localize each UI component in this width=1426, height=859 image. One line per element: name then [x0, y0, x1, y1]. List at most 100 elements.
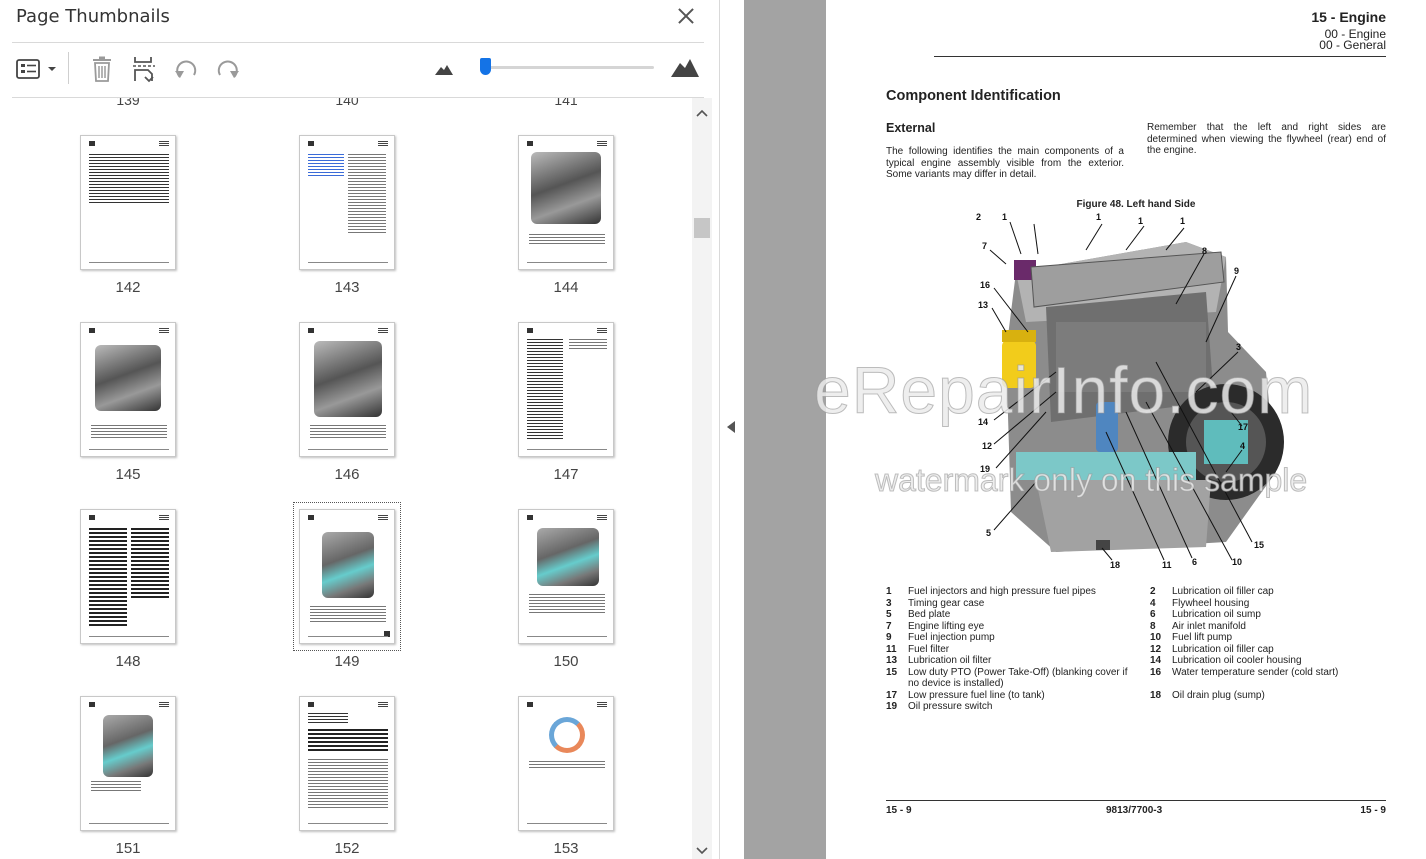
rotate-left-button[interactable] [170, 54, 202, 84]
figure-title: Figure 48. Left hand Side [1076, 199, 1196, 210]
thumbnail-label: 153 [553, 840, 579, 857]
callout-18: 18 [1110, 560, 1121, 570]
thumbnail-page-148[interactable] [80, 509, 176, 644]
panel-title: Page Thumbnails [16, 6, 170, 27]
thumbnail-label: 151 [115, 840, 141, 857]
thumbnail-page-149[interactable] [299, 509, 395, 644]
legend-number: 19 [886, 701, 898, 712]
thumbnail-size-slider[interactable] [484, 66, 654, 69]
legend-text: Lubrication oil filler cap [1172, 643, 1274, 655]
footer-page-left: 15 - 9 [886, 805, 912, 816]
delete-pages-button[interactable] [86, 54, 118, 84]
legend-number: 9 [886, 632, 892, 643]
scroll-up-icon[interactable] [696, 108, 708, 120]
scroll-down-icon[interactable] [696, 844, 708, 856]
legend-text: Water temperature sender (cold start) [1172, 666, 1339, 678]
collapse-panel-icon[interactable] [727, 421, 735, 433]
close-panel-button[interactable] [674, 4, 698, 28]
legend-text: Oil pressure switch [908, 701, 993, 712]
legend-text: Lubrication oil filter [908, 655, 992, 666]
footer-doc-number: 9813/7700-3 [1106, 805, 1163, 816]
thumbnail-page-143[interactable] [299, 135, 395, 270]
thumbnail-label: 148 [115, 653, 141, 670]
legend-text: Engine lifting eye [908, 620, 985, 632]
legend-text: Timing gear case [908, 597, 985, 609]
callout-2: 2 [976, 212, 982, 222]
thumb-label-cut: 140 [335, 98, 359, 108]
legend-text: Fuel filter [908, 643, 950, 655]
legend-number: 2 [1150, 586, 1156, 597]
callout-1c: 1 [1138, 216, 1144, 226]
legend-text: Lubrication oil filler cap [1172, 586, 1274, 597]
legend-text: Lubrication oil cooler housing [1172, 655, 1302, 666]
thumbnail-page-144[interactable] [518, 135, 614, 270]
thumbnail-label: 149 [334, 653, 360, 670]
header-section: 15 - Engine [1311, 9, 1386, 25]
document-page: 15 - Engine 00 - Engine 00 - General Com… [826, 0, 1426, 859]
legend-number: 15 [886, 666, 898, 678]
callout-10: 10 [1232, 557, 1243, 567]
footer-page-right: 15 - 9 [1360, 805, 1386, 816]
thumbnail-page-150[interactable] [518, 509, 614, 644]
thumbnail-page-153[interactable] [518, 696, 614, 831]
options-icon [16, 59, 56, 79]
thumbnail-page-142[interactable] [80, 135, 176, 270]
slider-handle[interactable] [480, 58, 491, 75]
legend-number: 16 [1150, 666, 1162, 678]
legend-number: 8 [1150, 620, 1156, 632]
note-paragraph: Remember that the left and right sides a… [1147, 122, 1386, 156]
legend-number: 18 [1150, 689, 1162, 701]
callout-17: 17 [1238, 422, 1249, 432]
toolbar-divider [68, 52, 69, 84]
legend-number: 5 [886, 609, 892, 620]
callout-1b: 1 [1096, 212, 1102, 222]
callout-9: 9 [1234, 266, 1240, 276]
extract-pages-button[interactable] [128, 54, 160, 84]
legend-text: Flywheel housing [1172, 597, 1250, 609]
zoom-in-mountain-icon[interactable] [670, 56, 700, 78]
rotate-right-icon [217, 60, 239, 78]
thumbnail-page-146[interactable] [299, 322, 395, 457]
thumbnail-label: 144 [553, 279, 579, 296]
legend-text: Air inlet manifold [1172, 620, 1246, 632]
thumbnail-label: 147 [553, 466, 579, 483]
legend-text: Oil drain plug (sump) [1172, 689, 1265, 701]
legend-number: 13 [886, 655, 898, 666]
page-heading: Component Identification [886, 88, 1061, 104]
thumbnail-page-152[interactable] [299, 696, 395, 831]
rotate-left-icon [175, 60, 197, 78]
callout-8: 8 [1202, 246, 1208, 256]
thumbnail-label: 142 [115, 279, 141, 296]
thumbnail-label: 143 [334, 279, 360, 296]
callout-3: 3 [1236, 342, 1242, 352]
header-sub2: 00 - General [1319, 38, 1386, 52]
section-subheading: External [886, 121, 936, 135]
legend-text: Low duty PTO (Power Take-Off) (blanking … [908, 666, 1128, 690]
legend-number: 1 [886, 586, 892, 597]
thumbnail-grid: 139 140 141 142 143 144 145 146 147 148 … [0, 98, 692, 859]
thumbnail-page-145[interactable] [80, 322, 176, 457]
thumbnail-scrollbar[interactable] [692, 98, 712, 859]
thumbnail-page-151[interactable] [80, 696, 176, 831]
header-rule [934, 56, 1386, 57]
thumbnail-label: 152 [334, 840, 360, 857]
rotate-right-button[interactable] [212, 54, 244, 84]
thumbnail-page-147[interactable] [518, 322, 614, 457]
callout-7: 7 [982, 241, 988, 251]
callout-19: 19 [980, 464, 991, 474]
legend-number: 3 [886, 597, 892, 609]
thumbnail-label: 145 [115, 466, 141, 483]
callout-15: 15 [1254, 540, 1265, 550]
callout-6: 6 [1192, 557, 1198, 567]
panel-divider [12, 42, 704, 43]
scrollbar-thumb[interactable] [694, 218, 710, 238]
callout-12: 12 [982, 441, 993, 451]
legend-text: Lubrication oil sump [1172, 609, 1261, 620]
legend-text: Fuel lift pump [1172, 632, 1233, 643]
thumbnail-options-button[interactable] [14, 54, 60, 84]
legend-text: Fuel injection pump [908, 632, 995, 643]
thumb-label-cut: 139 [116, 98, 140, 108]
zoom-out-mountain-icon[interactable] [434, 62, 454, 76]
thumbnail-label: 146 [334, 466, 360, 483]
legend-number: 17 [886, 689, 898, 701]
